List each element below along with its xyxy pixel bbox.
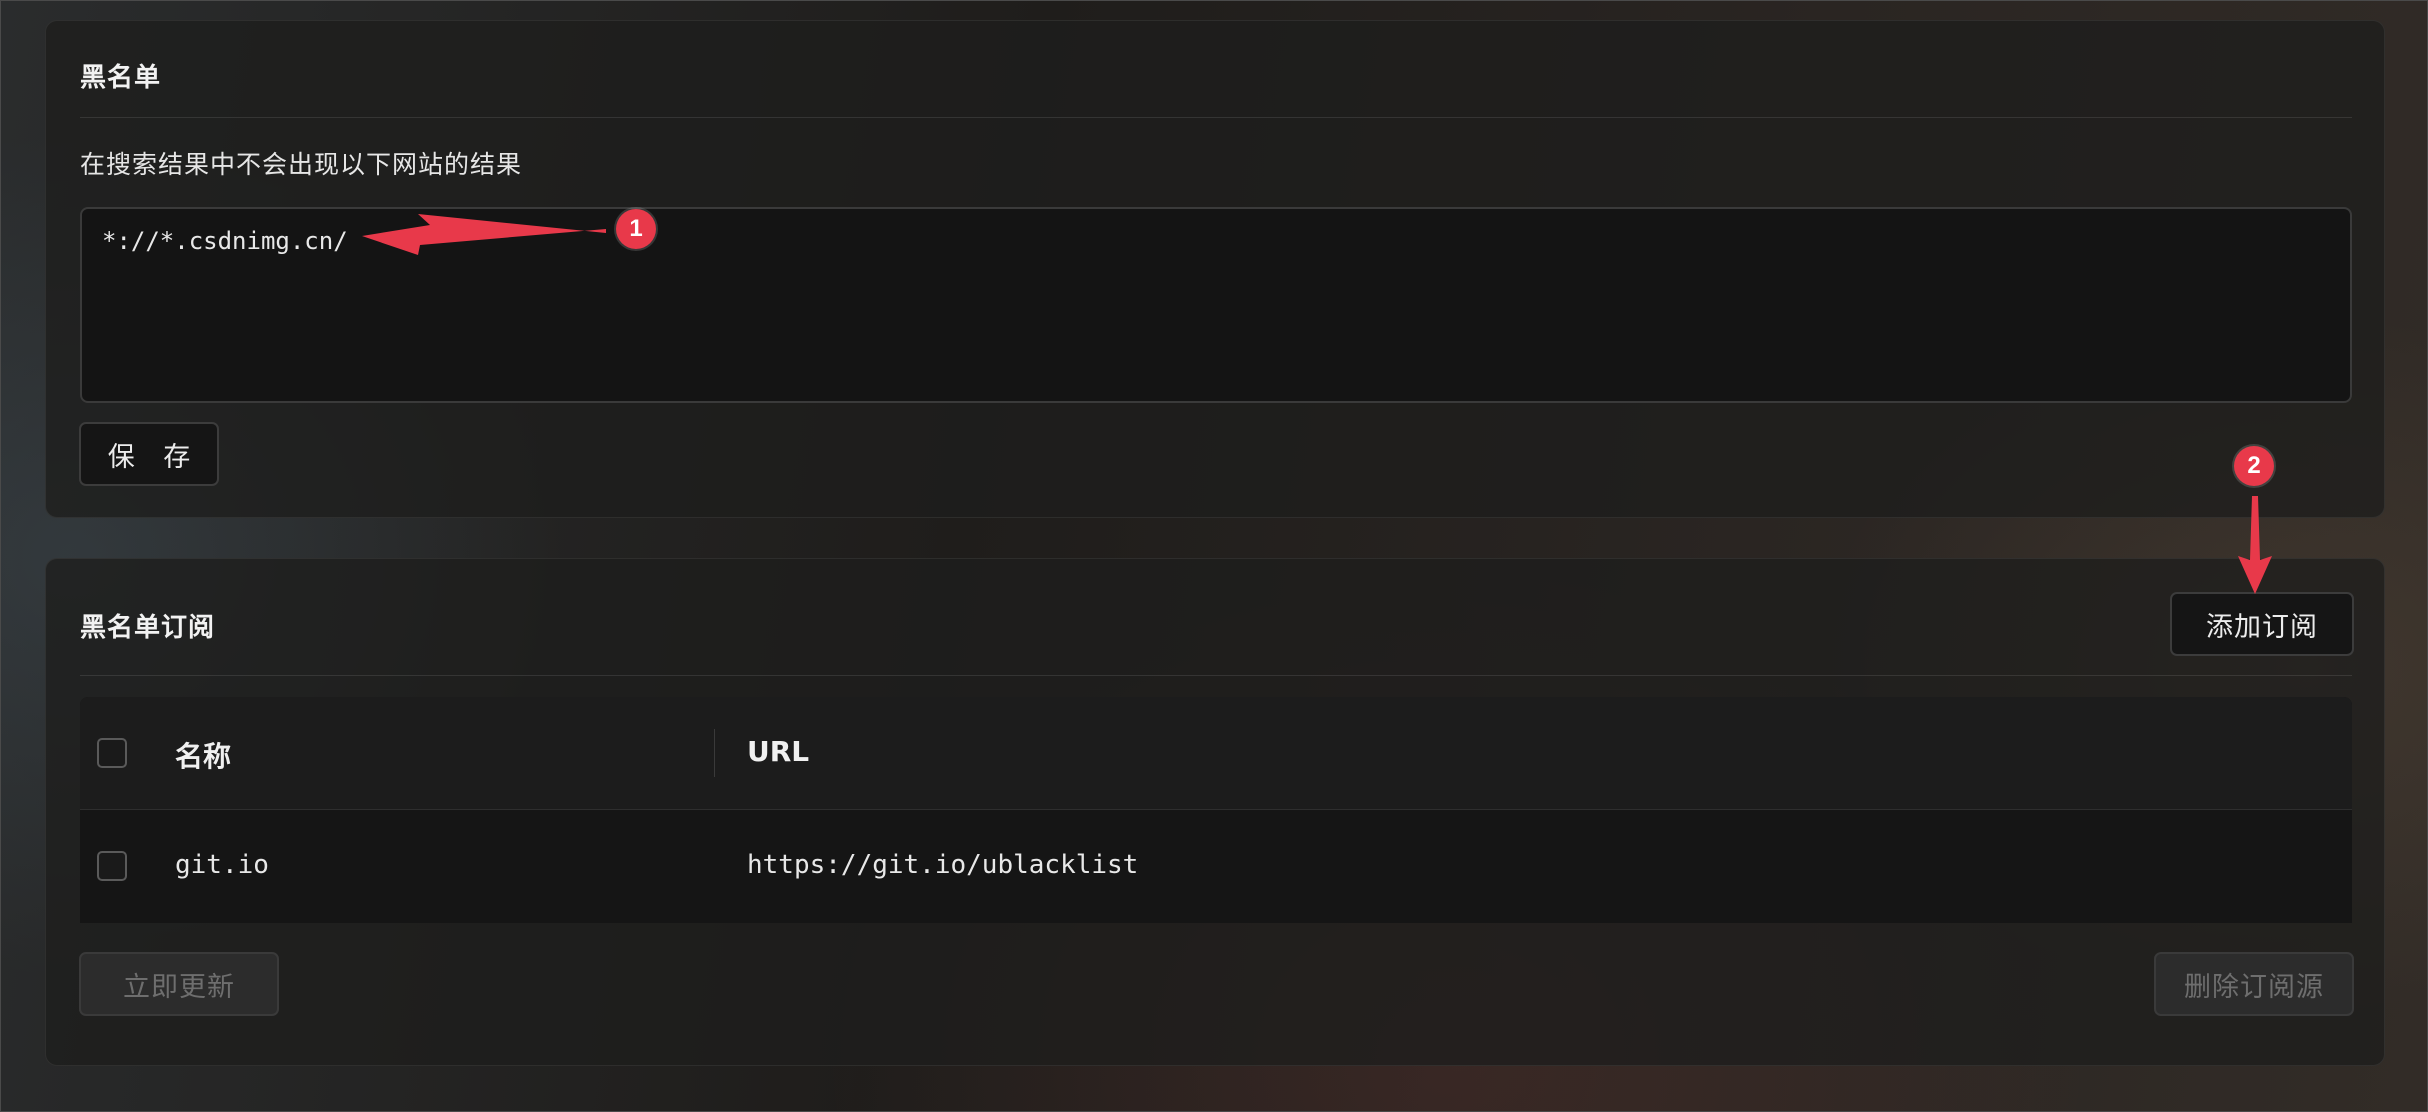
annotation-arrow-1 (362, 214, 606, 255)
annotation-badge-1: 1 (616, 209, 656, 249)
annotation-badge-2: 2 (2234, 446, 2274, 486)
annotation-arrow-2 (2238, 496, 2272, 594)
annotation-arrows (362, 214, 2272, 594)
